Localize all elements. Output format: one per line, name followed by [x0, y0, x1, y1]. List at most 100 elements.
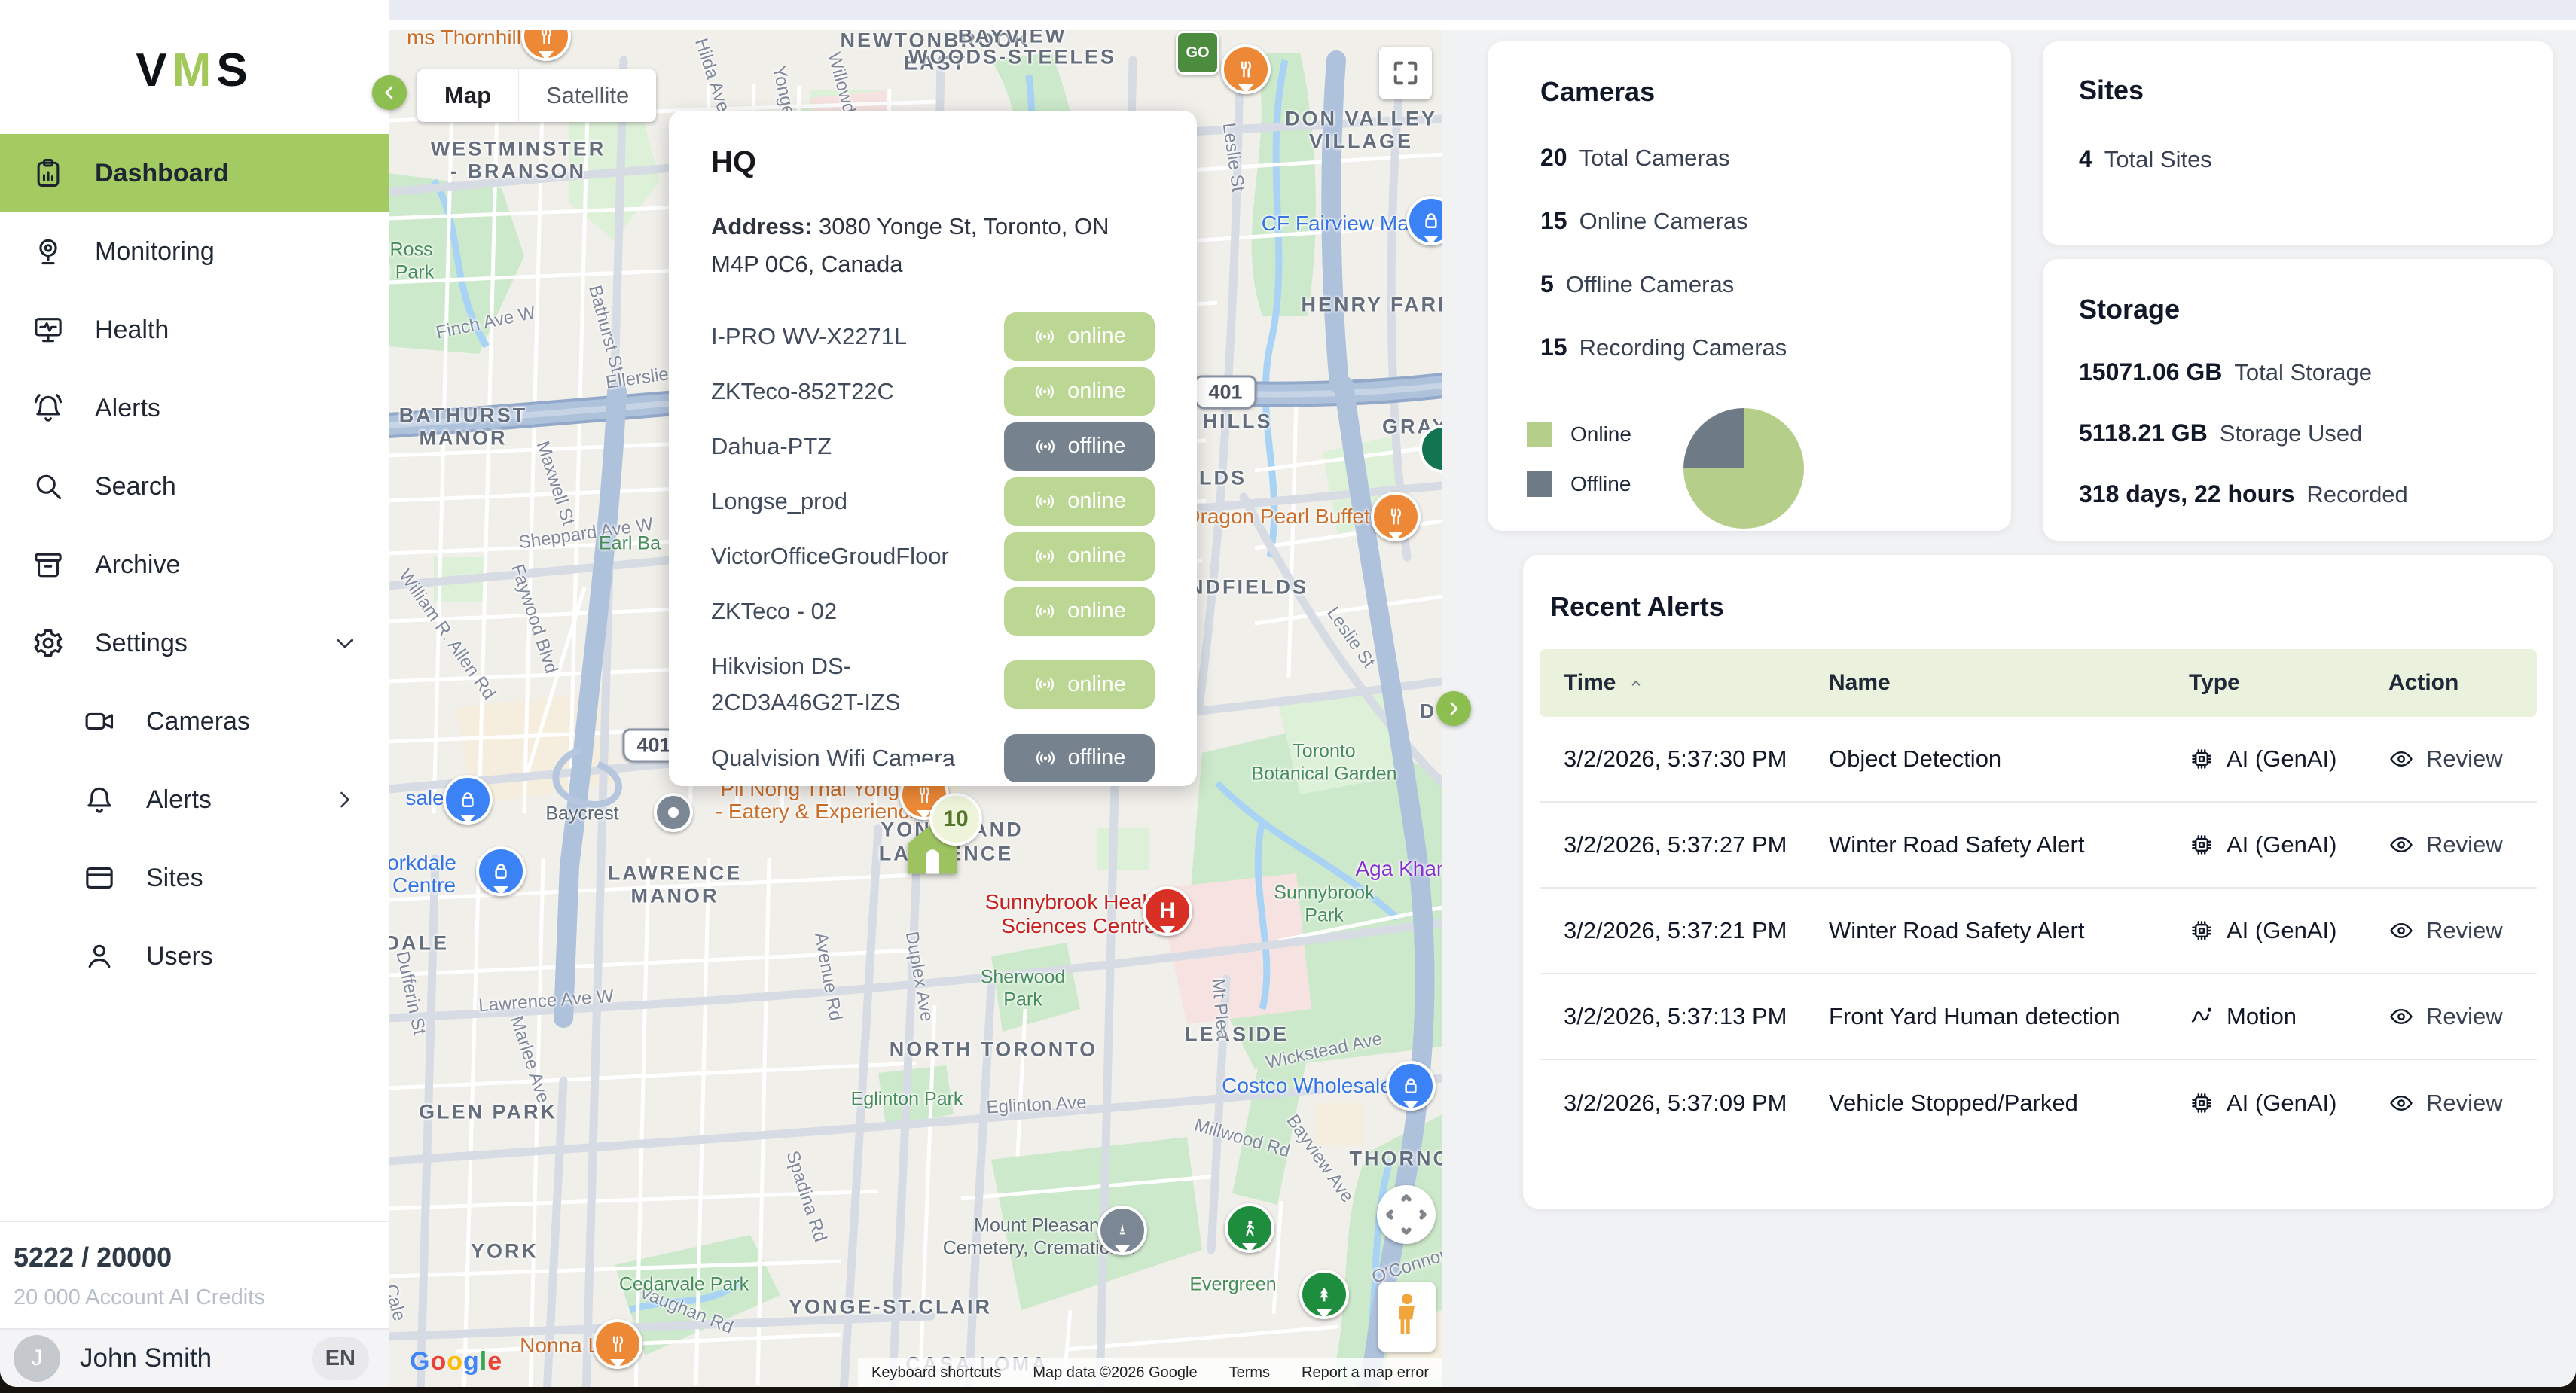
sidebar-item-settings[interactable]: Settings [0, 604, 389, 682]
storage-stat-label: Storage Used [2220, 420, 2363, 447]
camera-name: Qualvision Wifi Camera [711, 740, 997, 776]
map-marker-shop[interactable] [1386, 1061, 1436, 1111]
language-badge[interactable]: EN [312, 1337, 369, 1380]
sidebar-item-label: Health [95, 315, 169, 345]
google-map[interactable]: NEWTONBROOKEASTBAYVIEWWOODS-STEELESWESTM… [389, 30, 1442, 1387]
map-marker-trail[interactable] [1225, 1203, 1274, 1253]
review-button[interactable]: Review [2388, 745, 2537, 773]
attribution-text[interactable]: Terms [1229, 1364, 1270, 1382]
map-type-satellite-button[interactable]: Satellite [518, 69, 656, 122]
review-label: Review [2426, 745, 2503, 773]
sidebar-item-alerts[interactable]: Alerts [0, 761, 389, 839]
storage-stat: 15071.06 GBTotal Storage [2079, 358, 2553, 386]
sidebar-item-label: Alerts [95, 394, 160, 423]
review-button[interactable]: Review [2388, 1003, 2537, 1030]
attribution-text[interactable]: Map data ©2026 Google [1033, 1364, 1197, 1382]
sort-caret-icon [1626, 673, 1646, 693]
sidebar-item-alerts[interactable]: Alerts [0, 369, 389, 447]
map-marker-dgreen[interactable] [1419, 425, 1442, 473]
sidebar-item-sites[interactable]: Sites [0, 839, 389, 917]
popup-address: Address: 3080 Yonge St, Toronto, ON M4P … [711, 208, 1163, 283]
cameras-panel-title: Cameras [1540, 76, 1981, 108]
sidebar-collapse-button[interactable] [372, 75, 407, 110]
hospital-pin-icon: H [1143, 886, 1192, 936]
pie-legend: OnlineOffline [1527, 422, 1631, 497]
credits-usage: 5222 / 20000 [14, 1242, 389, 1273]
pegman-control[interactable] [1378, 1282, 1436, 1352]
sidebar-item-cameras[interactable]: Cameras [0, 682, 389, 761]
poi-dot-icon [654, 793, 693, 832]
sidebar-item-monitoring[interactable]: Monitoring [0, 212, 389, 291]
sites-stats: 4Total Sites [2079, 145, 2553, 173]
map-marker-rest[interactable] [521, 30, 571, 61]
cameras-panel: Cameras 20Total Cameras15Online Cameras5… [1488, 41, 2011, 531]
map-marker-tree[interactable] [1299, 1270, 1349, 1319]
chevron-down-icon [331, 629, 359, 657]
sidebar-item-archive[interactable]: Archive [0, 526, 389, 604]
alert-time: 3/2/2026, 5:37:21 PM [1564, 917, 1829, 944]
map-attribution: Keyboard shortcuts Map data ©2026 Google T… [858, 1358, 1442, 1387]
sidebar-item-label: Search [95, 472, 176, 501]
sites-stat-value: 4 [2079, 145, 2092, 173]
column-header-label: Name [1829, 670, 1891, 695]
sites-panel-title: Sites [2079, 75, 2553, 106]
camera-status-text: online [1067, 599, 1125, 623]
map-type-map-button[interactable]: Map [417, 69, 518, 122]
map-marker-go[interactable]: GO [1176, 31, 1219, 75]
map-marker-dot[interactable] [654, 793, 693, 832]
sidebar-item-label: Monitoring [95, 237, 215, 267]
map-marker-shop[interactable] [1406, 196, 1442, 245]
restaurant-pin-icon [593, 1319, 642, 1369]
sidebar-item-label: Archive [95, 550, 180, 580]
popup-camera-row: Dahua-PTZoffline [711, 419, 1155, 474]
cameras-stat: 20Total Cameras [1540, 144, 1981, 172]
camera-status-text: online [1067, 324, 1125, 349]
eye-icon [2388, 1090, 2414, 1116]
park-pin-icon [1299, 1270, 1349, 1319]
camera-status-badge-online: online [1004, 587, 1155, 636]
camera-name: Dahua-PTZ [711, 428, 997, 465]
map-marker-hosp[interactable]: H [1143, 886, 1192, 936]
sidebar-item-dashboard[interactable]: Dashboard [0, 134, 389, 212]
alert-name: Winter Road Safety Alert [1829, 917, 2189, 944]
storage-stat-value: 5118.21 GB [2079, 419, 2208, 447]
map-marker-shop[interactable] [476, 846, 526, 896]
review-button[interactable]: Review [2388, 917, 2537, 944]
camera-name: Longse_prod [711, 483, 997, 520]
signal-icon [1033, 379, 1057, 404]
signal-icon [1033, 434, 1058, 459]
sidebar-item-health[interactable]: Health [0, 291, 389, 369]
review-button[interactable]: Review [2388, 1090, 2537, 1117]
attribution-text[interactable]: Keyboard shortcuts [871, 1364, 1001, 1382]
sites-panel: Sites 4Total Sites [2043, 41, 2553, 245]
shopping-pin-icon [443, 775, 493, 825]
column-header-time[interactable]: Time [1564, 670, 1829, 696]
recent-alerts-panel: Recent Alerts TimeNameTypeAction 3/2/202… [1523, 555, 2553, 1209]
map-marker-cem[interactable] [1097, 1206, 1147, 1255]
map-marker-shield[interactable]: 401 [1194, 376, 1256, 410]
cameras-stat-label: Offline Cameras [1566, 271, 1734, 298]
review-label: Review [2426, 917, 2503, 944]
sidebar-item-label: Cameras [146, 707, 250, 736]
storage-stat-label: Total Storage [2234, 359, 2372, 386]
legend-item-online: Online [1527, 422, 1631, 447]
map-marker-rest[interactable] [593, 1319, 642, 1369]
map-marker-rest[interactable] [1371, 492, 1421, 541]
review-button[interactable]: Review [2388, 831, 2537, 858]
column-header-action: Action [2388, 670, 2537, 696]
user-row[interactable]: J John Smith EN [0, 1330, 389, 1387]
map-pan-control[interactable] [1377, 1185, 1436, 1244]
panel-expand-button[interactable] [1436, 691, 1471, 726]
storage-panel: Storage 15071.06 GBTotal Storage5118.21 … [2043, 259, 2553, 541]
storage-stat: 318 days, 22 hoursRecorded [2079, 480, 2553, 508]
map-marker-shop[interactable] [443, 775, 493, 825]
alert-type-label: AI (GenAI) [2227, 745, 2336, 773]
signal-icon [1033, 672, 1057, 696]
camera-status-text: online [1067, 489, 1125, 514]
attribution-text[interactable]: Report a map error [1302, 1364, 1429, 1382]
map-marker-rest[interactable] [1221, 44, 1271, 94]
search-icon [32, 470, 65, 503]
sidebar-item-search[interactable]: Search [0, 447, 389, 526]
sidebar-item-users[interactable]: Users [0, 917, 389, 995]
map-fullscreen-button[interactable] [1379, 47, 1432, 99]
